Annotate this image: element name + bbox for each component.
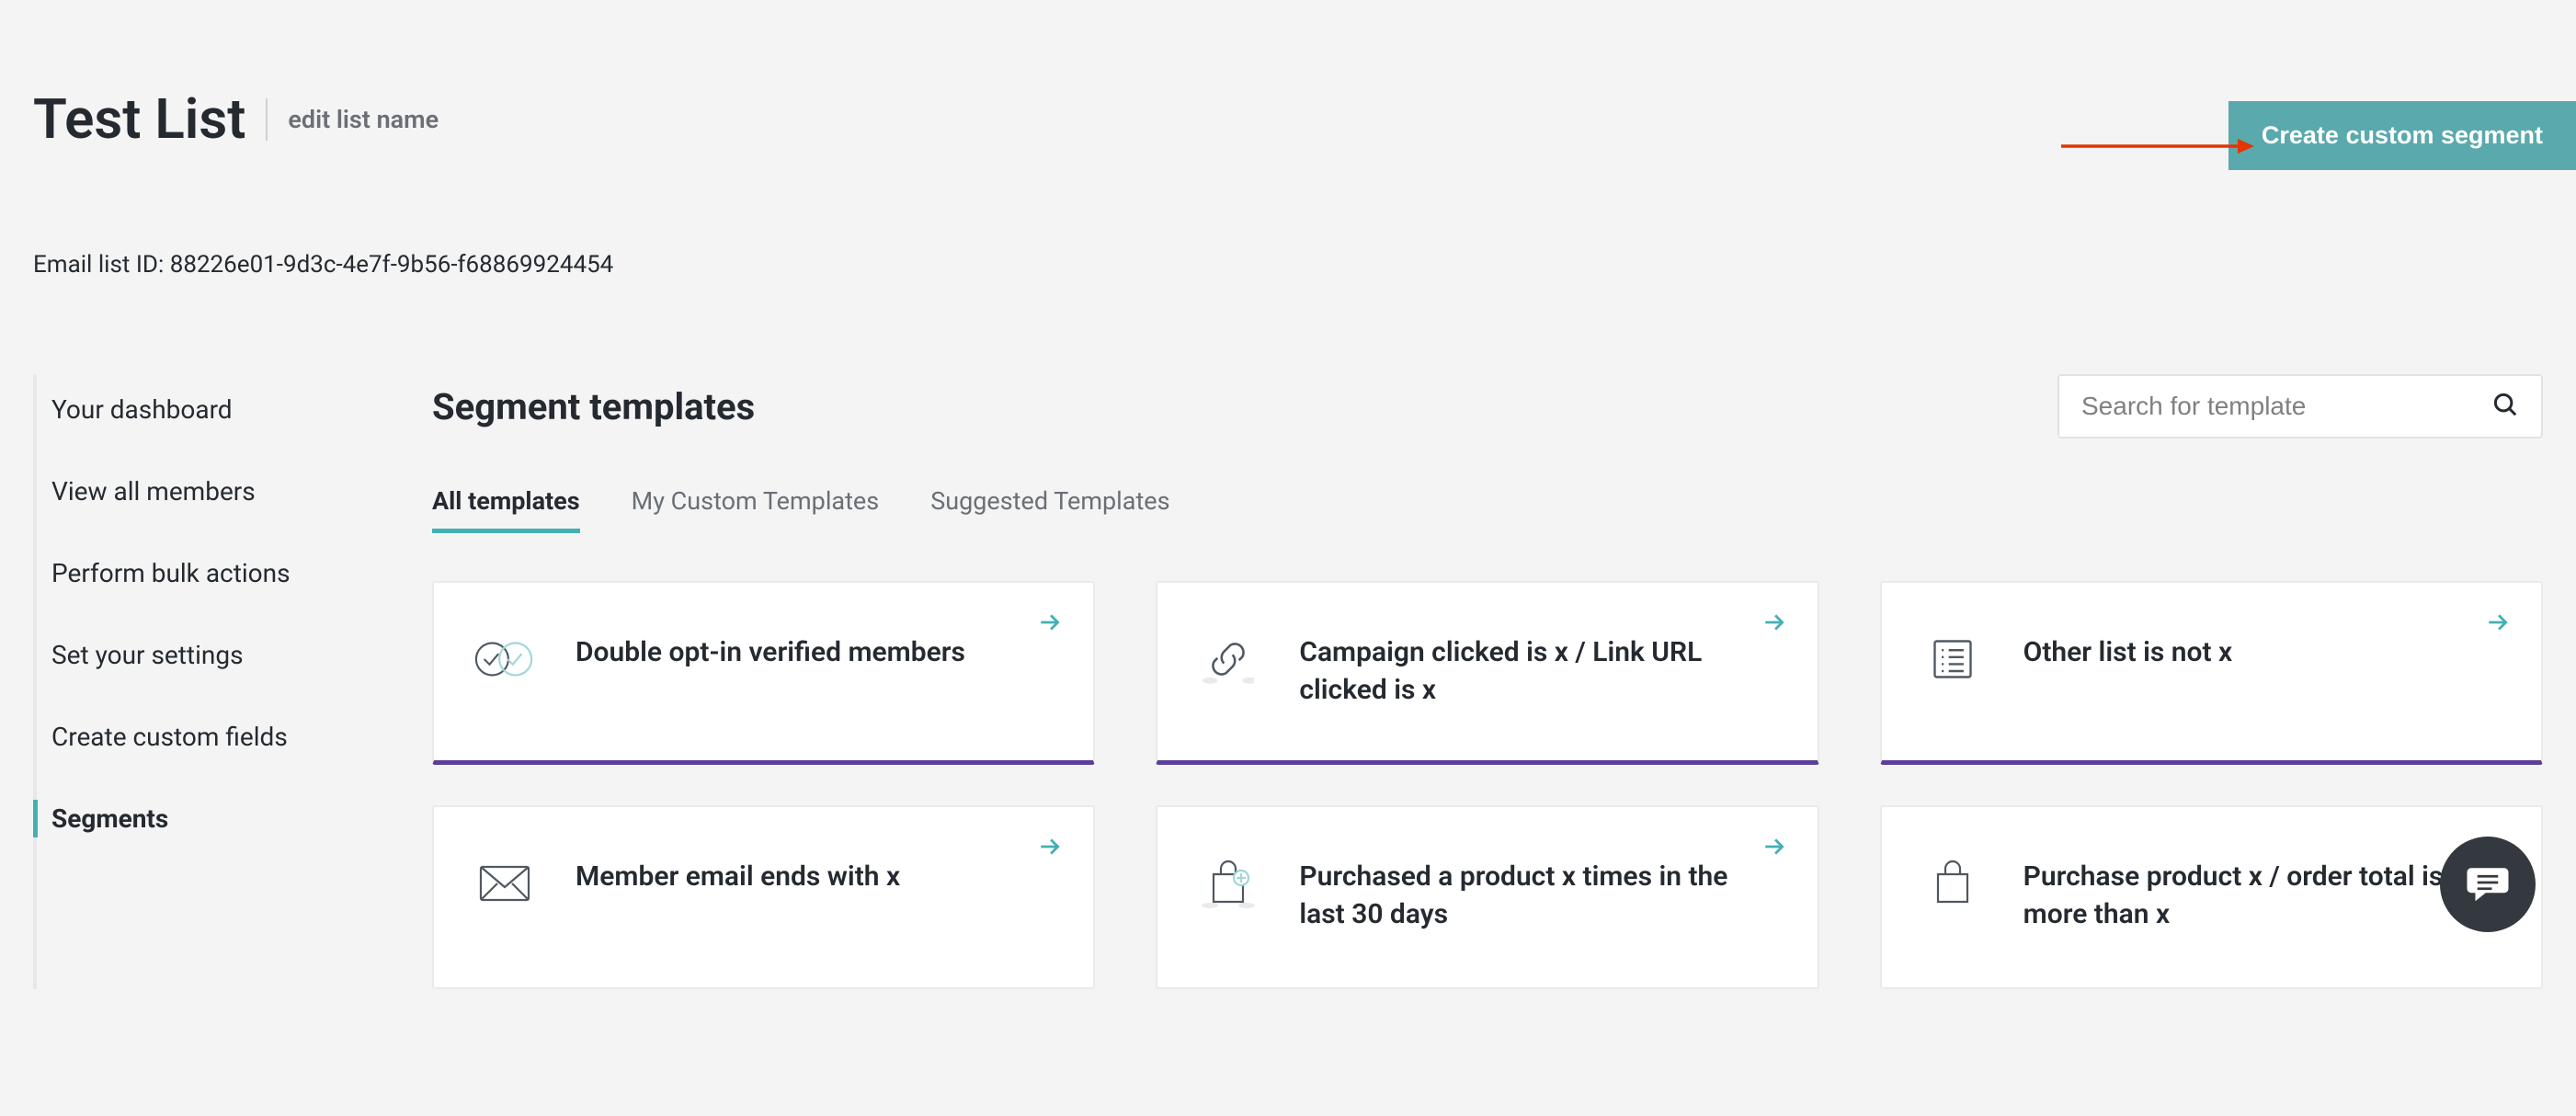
content-area: Your dashboard View all members Perform …	[33, 374, 2543, 989]
template-card-title: Purchased a product x times in the last …	[1299, 859, 1778, 933]
create-custom-segment-button[interactable]: Create custom segment	[2228, 101, 2576, 170]
arrow-right-icon	[1038, 610, 1062, 638]
template-cards-grid: Double opt-in verified members	[432, 581, 2543, 989]
list-icon	[1921, 631, 1985, 688]
tab-all-templates[interactable]: All templates	[432, 486, 580, 533]
arrow-right-icon	[1762, 610, 1786, 638]
sidebar-item-label: Perform bulk actions	[51, 558, 291, 588]
sidebar-item-custom-fields[interactable]: Create custom fields	[51, 701, 393, 772]
sidebar-item-label: Create custom fields	[51, 722, 288, 752]
arrow-right-icon	[1762, 835, 1786, 862]
double-check-icon	[473, 631, 537, 688]
sidebar-item-label: Segments	[51, 803, 168, 834]
page-root: Test List edit list name Create custom s…	[0, 0, 2576, 989]
template-tabs: All templates My Custom Templates Sugges…	[432, 486, 2543, 533]
sidebar-item-label: View all members	[51, 476, 256, 507]
title-divider	[266, 98, 268, 141]
chat-fab-button[interactable]	[2440, 837, 2536, 932]
sidebar-item-label: Set your settings	[51, 640, 244, 670]
search-input[interactable]	[2081, 392, 2491, 421]
list-id-value: 88226e01-9d3c-4e7f-9b56-f68869924454	[170, 251, 614, 279]
sidebar-item-dashboard[interactable]: Your dashboard	[51, 374, 393, 445]
template-card[interactable]: Member email ends with x	[432, 805, 1095, 989]
title-block: Test List edit list name	[33, 86, 439, 152]
sidebar-nav: Your dashboard View all members Perform …	[33, 374, 393, 989]
main-panel: Segment templates All templates My Custo…	[393, 374, 2543, 989]
sidebar-item-label: Your dashboard	[51, 394, 233, 425]
template-card[interactable]: Other list is not x	[1880, 581, 2543, 765]
tab-suggested-templates[interactable]: Suggested Templates	[930, 486, 1169, 533]
edit-list-name-link[interactable]: edit list name	[288, 105, 439, 134]
sidebar-item-view-members[interactable]: View all members	[51, 456, 393, 527]
page-header: Test List edit list name	[33, 0, 2543, 152]
shopping-bag-plus-icon	[1196, 855, 1260, 912]
annotation-arrow-icon	[2061, 137, 2254, 155]
section-header: Segment templates	[432, 374, 2543, 438]
template-card-title: Double opt-in verified members	[576, 634, 1002, 672]
template-card[interactable]: Double opt-in verified members	[432, 581, 1095, 765]
template-card-title: Other list is not x	[2023, 634, 2270, 672]
template-card-title: Member email ends with x	[576, 859, 937, 896]
template-card[interactable]: Campaign clicked is x / Link URL clicked…	[1156, 581, 1818, 765]
section-title: Segment templates	[432, 385, 755, 428]
sidebar-item-segments[interactable]: Segments	[51, 783, 393, 854]
chat-icon	[2463, 858, 2513, 911]
email-list-id: Email list ID: 88226e01-9d3c-4e7f-9b56-f…	[33, 251, 2543, 279]
sidebar-item-bulk-actions[interactable]: Perform bulk actions	[51, 538, 393, 609]
list-id-prefix: Email list ID:	[33, 251, 170, 279]
envelope-icon	[473, 855, 537, 912]
arrow-right-icon	[1038, 835, 1062, 862]
template-search[interactable]	[2057, 374, 2543, 438]
page-title: Test List	[33, 86, 245, 152]
arrow-right-icon	[2486, 610, 2510, 638]
template-card-title: Purchase product x / order total is more…	[2023, 859, 2502, 933]
tab-my-custom-templates[interactable]: My Custom Templates	[632, 486, 880, 533]
link-icon	[1196, 631, 1260, 688]
template-card-title: Campaign clicked is x / Link URL clicked…	[1299, 634, 1778, 709]
sidebar-item-settings[interactable]: Set your settings	[51, 620, 393, 690]
template-card[interactable]: Purchased a product x times in the last …	[1156, 805, 1818, 989]
search-icon	[2491, 391, 2519, 422]
shopping-bag-icon	[1921, 855, 1985, 912]
